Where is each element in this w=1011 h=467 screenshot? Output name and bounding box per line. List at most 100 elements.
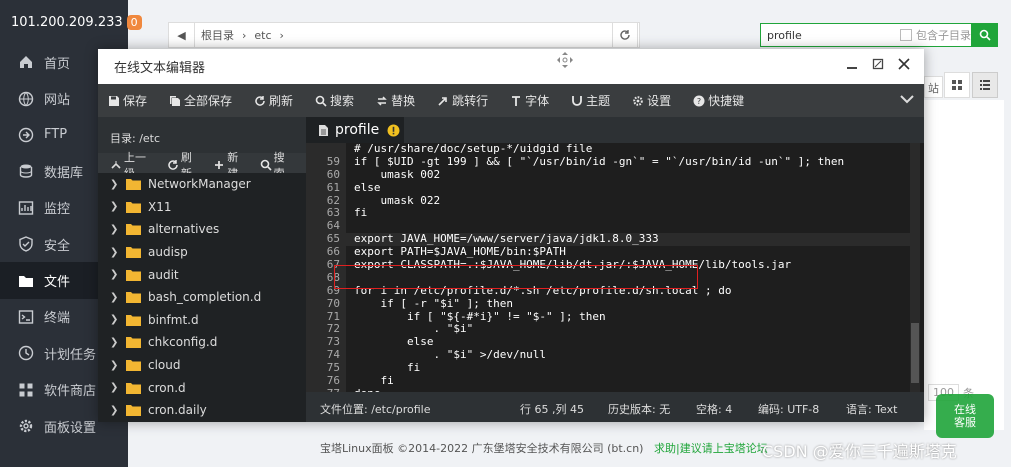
line-number: 59 xyxy=(326,154,340,168)
chevron-right-icon[interactable]: ❯ xyxy=(110,360,120,371)
code-line[interactable]: . "$i" >/dev/null xyxy=(346,348,916,362)
code-editor[interactable]: 59606162636465666768697071727374757677 #… xyxy=(306,143,924,392)
tree-item-label: binfmt.d xyxy=(148,312,199,327)
code-line[interactable]: if [ $UID -gt 199 ] && [ "`/usr/bin/id -… xyxy=(346,155,916,169)
font-icon xyxy=(510,95,522,107)
code-line[interactable]: # /usr/share/doc/setup-*/uidgid file xyxy=(346,143,916,156)
breadcrumb-root[interactable]: 根目录 xyxy=(201,27,234,43)
code-line[interactable]: else xyxy=(346,181,916,195)
toolbar-button-7[interactable]: 主题 xyxy=(571,92,610,109)
close-icon[interactable] xyxy=(898,58,910,74)
tab-profile[interactable]: profile xyxy=(306,117,404,143)
chevron-right-icon[interactable]: ❯ xyxy=(110,405,120,416)
tree-item[interactable]: ❯ cloud xyxy=(98,354,306,377)
folder-icon xyxy=(126,314,141,326)
maximize-icon[interactable] xyxy=(872,58,884,74)
list-icon xyxy=(980,80,990,90)
toolbar-button-6[interactable]: 字体 xyxy=(510,92,549,109)
file-list-area xyxy=(924,100,1004,430)
status-spaces[interactable]: 空格: 4 xyxy=(696,401,732,417)
toolbar-button-1[interactable]: 全部保存 xyxy=(169,92,232,109)
line-number: 70 xyxy=(326,296,340,310)
chevron-down-icon[interactable] xyxy=(900,93,914,107)
code-line[interactable]: fi xyxy=(346,361,916,375)
tree-item[interactable]: ❯ audisp xyxy=(98,241,306,264)
chevron-right-icon: › xyxy=(242,28,247,42)
tree-item[interactable]: ❯ X11 xyxy=(98,196,306,219)
search-icon xyxy=(979,29,991,41)
vertical-scrollbar[interactable] xyxy=(910,143,920,392)
tree-item[interactable]: ❯ binfmt.d xyxy=(98,309,306,332)
toolbar-label: 跳转行 xyxy=(452,94,489,108)
move-icon[interactable] xyxy=(556,51,574,73)
toolbar-button-9[interactable]: ? 快捷键 xyxy=(693,92,744,109)
toolbar-button-0[interactable]: 保存 xyxy=(108,92,147,109)
folder-icon xyxy=(126,246,141,259)
folder-icon xyxy=(126,269,141,281)
include-subdir-checkbox[interactable]: 包含子目录 xyxy=(900,27,971,43)
folder-icon xyxy=(126,178,141,191)
minimize-icon[interactable] xyxy=(846,58,858,74)
notification-badge[interactable]: 0 xyxy=(126,14,142,30)
tree-item[interactable]: ❯ NetworkManager xyxy=(98,173,306,196)
chevron-right-icon[interactable]: ❯ xyxy=(110,179,120,190)
chevron-right-icon[interactable]: ❯ xyxy=(110,292,120,303)
tree-item[interactable]: ❯ bash_completion.d xyxy=(98,286,306,309)
list-view-button[interactable] xyxy=(972,72,998,98)
toolbar-button-3[interactable]: 搜索 xyxy=(315,92,354,109)
code-line[interactable]: umask 022 xyxy=(346,194,916,208)
tree-item[interactable]: ❯ cron.d xyxy=(98,376,306,399)
code-line[interactable]: fi xyxy=(346,374,916,388)
server-ip: 101.200.209.233 xyxy=(11,14,123,30)
tree-item[interactable]: ❯ cron.daily xyxy=(98,399,306,422)
toolbar-button-2[interactable]: 刷新 xyxy=(254,92,293,109)
tree-item-label: audisp xyxy=(148,245,188,260)
tree-item[interactable]: ❯ audit xyxy=(98,263,306,286)
tree-item[interactable]: ❯ alternatives xyxy=(98,218,306,241)
sidebar-item-label: 面板设置 xyxy=(44,420,97,436)
chevron-right-icon[interactable]: ❯ xyxy=(110,337,120,348)
back-button[interactable]: ◀ xyxy=(169,23,195,47)
highlight-annotation-box xyxy=(334,265,698,289)
status-cursor: 行 65 ,列 45 xyxy=(520,403,584,416)
chevron-right-icon: › xyxy=(279,28,284,42)
code-line[interactable]: fi xyxy=(346,207,916,220)
chevron-right-icon[interactable]: ❯ xyxy=(110,382,120,393)
tab-label: profile xyxy=(335,122,380,138)
grid-view-button[interactable] xyxy=(944,72,970,98)
toolbar-button-5[interactable]: 跳转行 xyxy=(437,92,488,109)
code-line[interactable]: umask 002 xyxy=(346,168,916,182)
sidebar-item-label: 计划任务 xyxy=(44,347,97,363)
file-search-button[interactable] xyxy=(972,23,998,47)
search-value: profile xyxy=(767,28,802,42)
chevron-right-icon[interactable]: ❯ xyxy=(110,201,120,212)
chevron-right-icon[interactable]: ❯ xyxy=(110,314,120,325)
code-line[interactable]: if [ -r "$i" ]; then xyxy=(346,297,916,311)
status-encoding[interactable]: 编码: UTF-8 xyxy=(758,401,819,417)
site-button[interactable]: 站 xyxy=(924,76,943,98)
status-history[interactable]: 历史版本: 无 xyxy=(608,401,670,417)
editor-title: 在线文本编辑器 xyxy=(114,61,206,76)
breadcrumb: 根目录 › etc › xyxy=(195,27,292,43)
line-number: 63 xyxy=(326,206,340,220)
server-info[interactable]: 101.200.209.233 0 xyxy=(0,0,142,44)
toolbar-button-8[interactable]: 设置 xyxy=(632,92,671,109)
tree-item[interactable]: ❯ chkconfig.d xyxy=(98,331,306,354)
forum-link[interactable]: 求助|建议请上宝塔论坛 xyxy=(654,442,768,455)
monitor-icon xyxy=(18,200,34,216)
path-refresh-button[interactable] xyxy=(612,22,638,48)
status-language[interactable]: 语言: Text xyxy=(846,401,897,417)
sidebar-item-label: 软件商店 xyxy=(44,384,97,400)
chevron-right-icon[interactable]: ❯ xyxy=(110,269,120,280)
toolbar-button-4[interactable]: 替换 xyxy=(376,92,415,109)
online-support-button[interactable]: 在线 客服 xyxy=(936,394,994,438)
sidebar-item-label: 安全 xyxy=(44,238,71,254)
toolbar-label: 设置 xyxy=(647,94,672,108)
chevron-right-icon[interactable]: ❯ xyxy=(110,224,120,235)
tree-item-label: cron.d xyxy=(148,380,186,395)
chevron-right-icon[interactable]: ❯ xyxy=(110,247,120,258)
toolbar-label: 替换 xyxy=(391,94,416,108)
breadcrumb-etc[interactable]: etc xyxy=(254,29,271,42)
scrollbar-thumb[interactable] xyxy=(911,323,919,383)
refresh-icon xyxy=(620,30,630,40)
